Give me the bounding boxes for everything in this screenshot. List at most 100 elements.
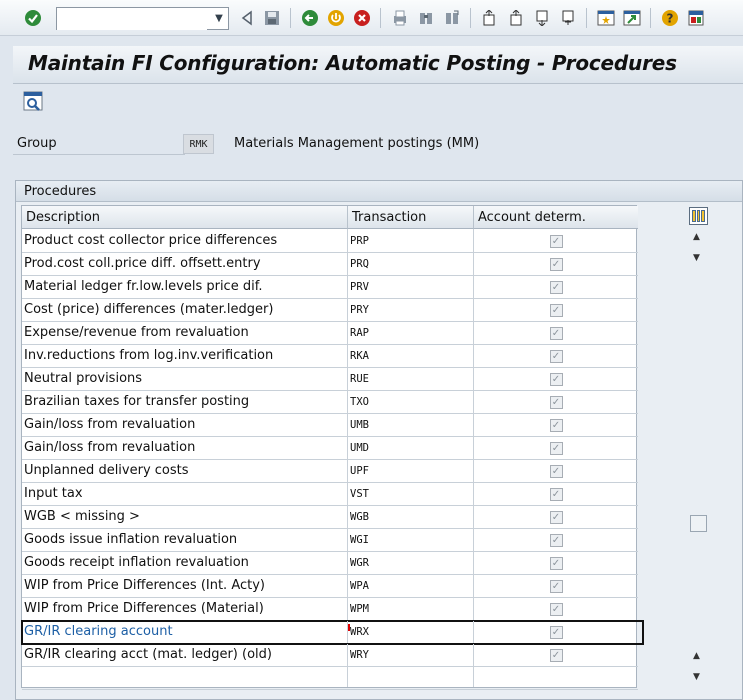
- account-determ-checkbox[interactable]: ✓: [549, 556, 563, 570]
- cell-description[interactable]: Goods receipt inflation revaluation: [22, 552, 348, 574]
- back-icon[interactable]: [299, 7, 321, 29]
- account-determ-checkbox[interactable]: ✓: [549, 326, 563, 340]
- find-next-icon[interactable]: [441, 7, 463, 29]
- find-icon[interactable]: [415, 7, 437, 29]
- table-row[interactable]: Gain/loss from revaluation UMB ✓: [22, 414, 638, 437]
- cell-transaction[interactable]: WGB: [348, 506, 474, 528]
- last-page-icon[interactable]: [557, 7, 579, 29]
- account-determ-checkbox[interactable]: ✓: [549, 602, 563, 616]
- account-determ-checkbox[interactable]: ✓: [549, 395, 563, 409]
- account-determ-checkbox[interactable]: ✓: [549, 625, 563, 639]
- previous-page-icon[interactable]: [505, 7, 527, 29]
- cell-transaction[interactable]: PRY: [348, 299, 474, 321]
- account-determ-checkbox[interactable]: ✓: [549, 372, 563, 386]
- cell-description[interactable]: WIP from Price Differences (Material): [22, 598, 348, 620]
- cell-transaction[interactable]: RUE: [348, 368, 474, 390]
- account-determ-checkbox[interactable]: ✓: [549, 510, 563, 524]
- cell-description[interactable]: GR/IR clearing account: [22, 621, 348, 643]
- account-determ-checkbox[interactable]: ✓: [549, 257, 563, 271]
- table-row[interactable]: Material ledger fr.low.levels price dif.…: [22, 276, 638, 299]
- cell-transaction[interactable]: UMB: [348, 414, 474, 436]
- table-row[interactable]: Unplanned delivery costs UPF ✓: [22, 460, 638, 483]
- help-icon[interactable]: ?: [659, 7, 681, 29]
- cell-description[interactable]: Input tax: [22, 483, 348, 505]
- cell-transaction[interactable]: PRQ: [348, 253, 474, 275]
- back-triangle-icon[interactable]: [236, 7, 258, 29]
- first-page-icon[interactable]: [479, 7, 501, 29]
- cell-description[interactable]: Gain/loss from revaluation: [22, 437, 348, 459]
- account-determ-checkbox[interactable]: ✓: [549, 441, 563, 455]
- column-header-account-determ[interactable]: Account determ.: [474, 206, 638, 229]
- cell-transaction[interactable]: RAP: [348, 322, 474, 344]
- account-determ-checkbox[interactable]: ✓: [549, 349, 563, 363]
- create-session-icon[interactable]: [595, 7, 617, 29]
- table-row[interactable]: Expense/revenue from revaluation RAP ✓: [22, 322, 638, 345]
- cell-description[interactable]: WGB < missing >: [22, 506, 348, 528]
- account-determ-checkbox[interactable]: ✓: [549, 418, 563, 432]
- cell-transaction[interactable]: PRV: [348, 276, 474, 298]
- column-header-transaction[interactable]: Transaction: [348, 206, 474, 229]
- cell-description[interactable]: Brazilian taxes for transfer posting: [22, 391, 348, 413]
- table-row[interactable]: Goods issue inflation revaluation WGI ✓: [22, 529, 638, 552]
- cell-transaction[interactable]: RKA: [348, 345, 474, 367]
- account-determ-checkbox[interactable]: ✓: [549, 303, 563, 317]
- cell-description[interactable]: Cost (price) differences (mater.ledger): [22, 299, 348, 321]
- cell-transaction[interactable]: PRP: [348, 230, 474, 252]
- cell-transaction[interactable]: WGI: [348, 529, 474, 551]
- account-determ-checkbox[interactable]: ✓: [549, 487, 563, 501]
- account-determ-checkbox[interactable]: ✓: [549, 533, 563, 547]
- table-row[interactable]: GR/IR clearing acct (mat. ledger) (old) W…: [22, 644, 638, 667]
- column-settings-icon[interactable]: [689, 207, 708, 225]
- scroll-up-icon[interactable]: ▲: [693, 232, 700, 242]
- cell-description[interactable]: Gain/loss from revaluation: [22, 414, 348, 436]
- table-row[interactable]: Brazilian taxes for transfer posting TXO ✓: [22, 391, 638, 414]
- account-determ-checkbox[interactable]: ✓: [549, 280, 563, 294]
- command-input[interactable]: [57, 8, 207, 30]
- account-determ-checkbox[interactable]: ✓: [549, 464, 563, 478]
- table-row[interactable]: Inv.reductions from log.inv.verification…: [22, 345, 638, 368]
- chevron-down-icon[interactable]: ▼: [212, 11, 226, 26]
- details-icon[interactable]: [22, 90, 44, 112]
- exit-icon[interactable]: [325, 7, 347, 29]
- cell-transaction[interactable]: WPA: [348, 575, 474, 597]
- table-row[interactable]: Cost (price) differences (mater.ledger) P…: [22, 299, 638, 322]
- cell-transaction[interactable]: UPF: [348, 460, 474, 482]
- cell-description[interactable]: Product cost collector price differences: [22, 230, 348, 252]
- print-icon[interactable]: [389, 7, 411, 29]
- cell-transaction[interactable]: WGR: [348, 552, 474, 574]
- column-header-description[interactable]: Description: [22, 206, 348, 229]
- table-row[interactable]: Gain/loss from revaluation UMD ✓: [22, 437, 638, 460]
- enter-icon[interactable]: [22, 7, 44, 29]
- cell-transaction[interactable]: UMD: [348, 437, 474, 459]
- table-row[interactable]: WIP from Price Differences (Int. Acty) WP…: [22, 575, 638, 598]
- scroll-page-down-icon[interactable]: ▼: [693, 672, 700, 682]
- cancel-icon[interactable]: [351, 7, 373, 29]
- table-row[interactable]: Neutral provisions RUE ✓: [22, 368, 638, 391]
- cell-description[interactable]: Material ledger fr.low.levels price dif.: [22, 276, 348, 298]
- table-row[interactable]: WIP from Price Differences (Material) WPM…: [22, 598, 638, 621]
- scrollbar-thumb[interactable]: [690, 515, 707, 532]
- cell-transaction[interactable]: WPM: [348, 598, 474, 620]
- cell-transaction[interactable]: TXO: [348, 391, 474, 413]
- table-row[interactable]: Product cost collector price differences…: [22, 230, 638, 253]
- cell-description[interactable]: Inv.reductions from log.inv.verification: [22, 345, 348, 367]
- account-determ-checkbox[interactable]: ✓: [549, 234, 563, 248]
- account-determ-checkbox[interactable]: ✓: [549, 579, 563, 593]
- customize-layout-icon[interactable]: [685, 7, 707, 29]
- save-icon[interactable]: [261, 7, 283, 29]
- shortcut-icon[interactable]: [621, 7, 643, 29]
- cell-transaction[interactable]: VST: [348, 483, 474, 505]
- cell-description[interactable]: WIP from Price Differences (Int. Acty): [22, 575, 348, 597]
- table-row[interactable]: Goods receipt inflation revaluation WGR ✓: [22, 552, 638, 575]
- table-row[interactable]: Input tax VST ✓: [22, 483, 638, 506]
- table-row[interactable]: WGB < missing > WGB ✓: [22, 506, 638, 529]
- next-page-icon[interactable]: [531, 7, 553, 29]
- cell-description[interactable]: Goods issue inflation revaluation: [22, 529, 348, 551]
- cell-description[interactable]: Unplanned delivery costs: [22, 460, 348, 482]
- table-row[interactable]: GR/IR clearing account WRX ✓: [21, 620, 644, 645]
- table-row[interactable]: Prod.cost coll.price diff. offsett.entry…: [22, 253, 638, 276]
- cell-transaction[interactable]: WRX: [348, 621, 474, 643]
- scroll-page-up-icon[interactable]: ▲: [693, 651, 700, 661]
- table-row-empty[interactable]: [22, 667, 638, 690]
- account-determ-checkbox[interactable]: ✓: [549, 648, 563, 662]
